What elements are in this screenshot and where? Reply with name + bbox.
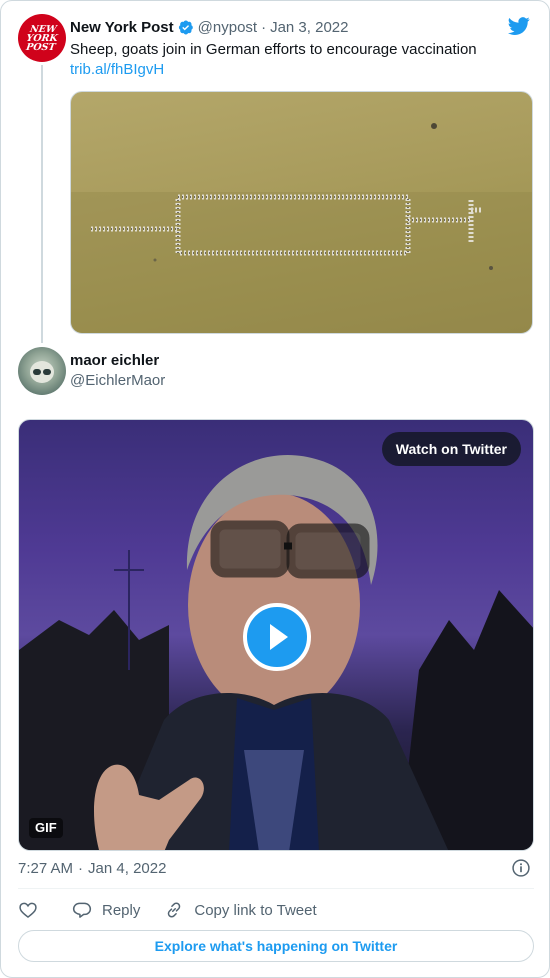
- quoted-tweet-header: New York Post @nypost · Jan 3, 2022: [70, 17, 348, 37]
- play-icon: [270, 624, 288, 650]
- quoted-tweet-link[interactable]: trib.al/fhBIgvH: [70, 60, 164, 80]
- explore-twitter-button[interactable]: Explore what's happening on Twitter: [18, 930, 534, 962]
- link-icon: [168, 902, 181, 918]
- avatar-glasses-left: [33, 369, 41, 375]
- tweet-timestamp[interactable]: 7:27 AM · Jan 4, 2022: [18, 858, 166, 878]
- author-name[interactable]: maor eichler: [70, 352, 159, 369]
- tweet-embed-card: NEW YORK POST New York Post @nypost · Ja…: [0, 0, 550, 978]
- gif-badge: GIF: [29, 818, 63, 838]
- reply-label: Reply: [102, 901, 141, 919]
- gif-media[interactable]: Watch on Twitter GIF: [18, 419, 534, 851]
- copy-link-button[interactable]: Copy link to Tweet: [164, 900, 317, 920]
- author-handle[interactable]: @EichlerMaor: [70, 372, 165, 389]
- heart-icon: [19, 902, 37, 919]
- watch-on-twitter-button[interactable]: Watch on Twitter: [381, 432, 521, 466]
- reply-button[interactable]: Reply: [72, 900, 140, 920]
- play-button[interactable]: [243, 603, 311, 671]
- verified-badge-icon: [178, 20, 193, 34]
- like-button[interactable]: [18, 900, 38, 920]
- tweet-time: 7:27 AM: [18, 859, 74, 877]
- twitter-bird-icon[interactable]: [507, 15, 531, 37]
- quoted-tweet-date[interactable]: Jan 3, 2022: [270, 19, 348, 36]
- separator-dot: ·: [78, 859, 84, 877]
- tweet-actions: Reply Copy link to Tweet: [18, 899, 317, 921]
- copy-link-label: Copy link to Tweet: [194, 901, 317, 919]
- field-scene: [71, 123, 532, 333]
- divider: [18, 888, 534, 889]
- tweet-date: Jan 4, 2022: [88, 859, 167, 877]
- quoted-author-handle[interactable]: @nypost: [198, 19, 257, 36]
- quoted-tweet-text: Sheep, goats join in German efforts to e…: [70, 41, 477, 58]
- info-icon[interactable]: [511, 858, 531, 878]
- quoted-author-name[interactable]: New York Post: [70, 19, 174, 36]
- nypost-logo: NEW YORK POST: [25, 24, 59, 53]
- author-avatar[interactable]: [18, 347, 66, 395]
- nypost-avatar[interactable]: NEW YORK POST: [18, 14, 66, 62]
- separator-dot: ·: [261, 18, 267, 36]
- avatar-glasses-right: [43, 369, 51, 375]
- reply-bubble-icon: [72, 902, 92, 918]
- thread-connector-line: [41, 65, 43, 343]
- sheep-syringe-photo[interactable]: [70, 91, 533, 334]
